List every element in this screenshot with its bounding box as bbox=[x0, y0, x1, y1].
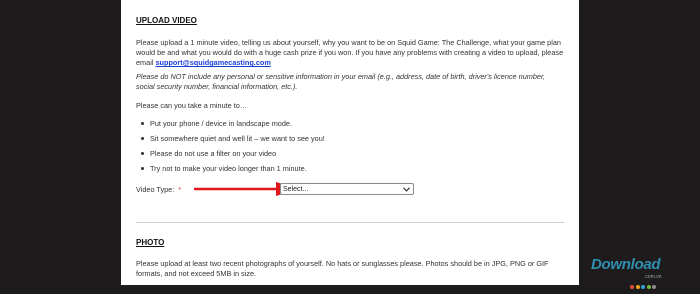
watermark-logo-text: Download bbox=[591, 256, 661, 273]
support-email-link[interactable]: support@squidgamecasting.com bbox=[155, 58, 270, 67]
video-type-select[interactable]: Select... bbox=[280, 183, 414, 195]
upload-intro-text: Please upload a 1 minute video, telling … bbox=[136, 38, 564, 69]
privacy-note: Please do NOT include any personal or se… bbox=[136, 72, 546, 92]
watermark-domain: .com.vn bbox=[644, 274, 662, 280]
list-item: Please do not use a filter on your video bbox=[136, 146, 556, 161]
video-type-label-row: Video Type: * bbox=[136, 185, 181, 195]
tips-list: Put your phone / device in landscape mod… bbox=[136, 116, 556, 176]
required-asterisk: * bbox=[178, 185, 182, 194]
video-type-selected-value: Select... bbox=[283, 186, 309, 193]
photo-instructions: Please upload at least two recent photog… bbox=[136, 259, 549, 279]
photo-heading: PHOTO bbox=[136, 238, 165, 247]
list-item: Try not to make your video longer than 1… bbox=[136, 161, 556, 176]
chevron-down-icon bbox=[403, 187, 410, 192]
video-type-label: Video Type: bbox=[136, 185, 175, 194]
list-item: Sit somewhere quiet and well lit – we wa… bbox=[136, 131, 556, 146]
section-divider bbox=[136, 222, 564, 223]
form-page: UPLOAD VIDEO Please upload a 1 minute vi… bbox=[121, 0, 579, 285]
tips-prompt: Please can you take a minute to… bbox=[136, 101, 248, 110]
list-item: Put your phone / device in landscape mod… bbox=[136, 116, 556, 131]
site-watermark: Download .com.vn bbox=[584, 250, 700, 289]
upload-video-heading: UPLOAD VIDEO bbox=[136, 16, 197, 25]
